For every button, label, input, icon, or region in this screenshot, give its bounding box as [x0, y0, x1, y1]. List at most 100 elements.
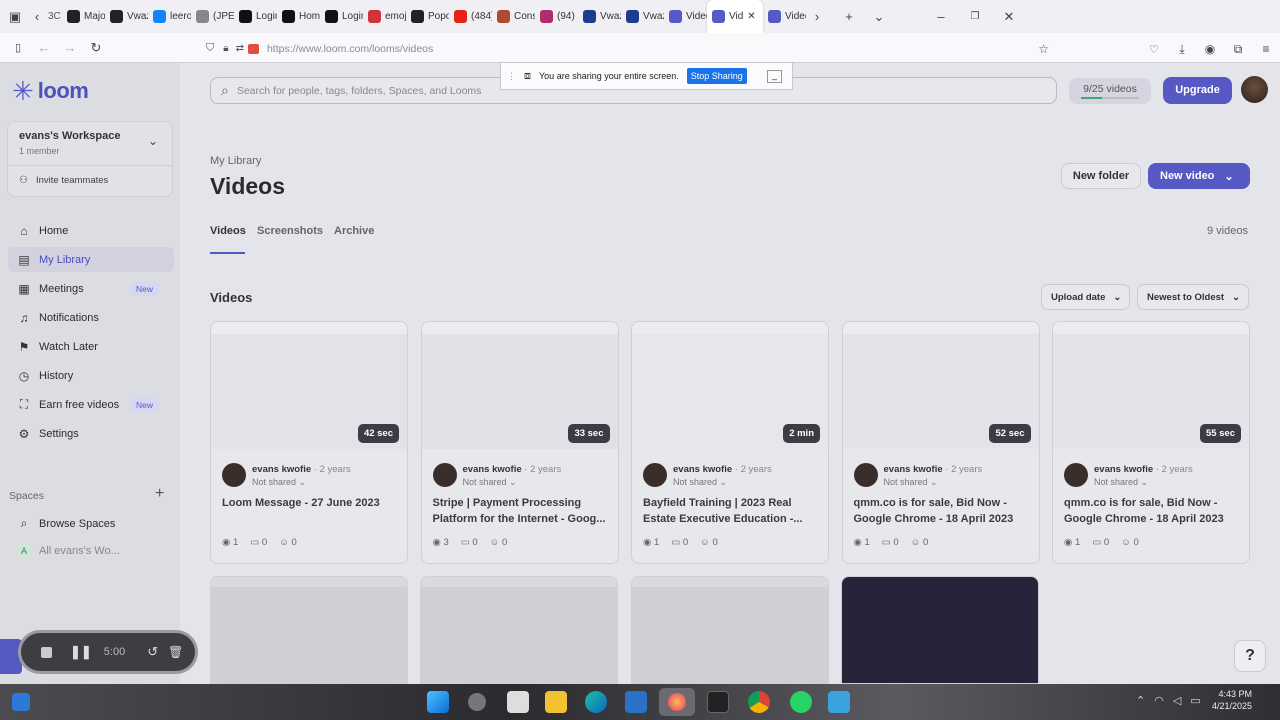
- browser-tab[interactable]: Video: [763, 0, 806, 33]
- sidebar-item-meetings[interactable]: ▦ Meetings New: [8, 276, 174, 301]
- hide-banner-button[interactable]: _: [767, 69, 782, 83]
- upgrade-button[interactable]: Upgrade: [1163, 77, 1232, 104]
- video-thumbnail[interactable]: [210, 576, 408, 684]
- share-status[interactable]: Not shared ⌄: [252, 477, 306, 488]
- browser-tab[interactable]: Major: [62, 0, 105, 33]
- loom-recorder-tab[interactable]: [0, 639, 22, 674]
- new-tab-icon[interactable]: +: [838, 6, 860, 28]
- tab-screenshots[interactable]: Screenshots: [257, 225, 323, 237]
- video-thumbnail[interactable]: [841, 576, 1039, 684]
- delete-icon[interactable]: 🗑︎: [168, 645, 183, 659]
- browser-tab[interactable]: Vid ✕: [707, 0, 763, 33]
- restart-icon[interactable]: ↺: [147, 644, 158, 660]
- video-quota-badge[interactable]: 9/25 videos: [1069, 78, 1151, 104]
- browser-tab[interactable]: Vwaza: [621, 0, 664, 33]
- breadcrumb[interactable]: My Library: [210, 155, 261, 167]
- close-window-icon[interactable]: ✕: [998, 6, 1020, 28]
- task-view-icon[interactable]: [507, 691, 529, 713]
- share-status[interactable]: Not shared ⌄: [463, 477, 517, 488]
- notepad-icon[interactable]: [828, 691, 850, 713]
- sidebar-item-watch-later[interactable]: ⚑ Watch Later: [8, 334, 174, 359]
- video-card[interactable]: 33 sec evans kwofie · 2 years Not shared ⌄…: [420, 321, 619, 564]
- lock-icon[interactable]: 🔒︎: [223, 43, 228, 54]
- widgets-icon[interactable]: [12, 693, 30, 711]
- url-text[interactable]: https://www.loom.com/looms/videos: [267, 43, 433, 55]
- stop-recording-button[interactable]: [41, 646, 52, 658]
- search-input[interactable]: Search for people, tags, folders, Spaces…: [237, 85, 482, 97]
- invite-teammates-button[interactable]: ⚇ Invite teammates: [19, 175, 108, 186]
- tab-list-icon[interactable]: ▣: [4, 6, 26, 28]
- add-space-icon[interactable]: +: [155, 485, 164, 503]
- sidebar-item-notifications[interactable]: ♫ Notifications: [8, 305, 174, 330]
- browser-tab[interactable]: (94) D: [535, 0, 578, 33]
- browser-tab[interactable]: Const: [492, 0, 535, 33]
- reload-icon[interactable]: ↻: [85, 37, 107, 59]
- volume-icon[interactable]: ◁: [1173, 694, 1181, 707]
- browser-tab[interactable]: Login: [320, 0, 363, 33]
- account-icon[interactable]: ◉: [1199, 38, 1221, 60]
- back-icon[interactable]: ←: [33, 37, 55, 59]
- shield-icon[interactable]: ⛉: [206, 42, 214, 55]
- new-video-button[interactable]: New video ⌄: [1148, 163, 1250, 189]
- video-card[interactable]: 2 min evans kwofie · 2 years Not shared ⌄ B…: [631, 321, 829, 564]
- browser-tab[interactable]: Login: [234, 0, 277, 33]
- help-button[interactable]: ?: [1234, 640, 1266, 672]
- video-thumbnail[interactable]: [631, 576, 829, 684]
- browser-tab[interactable]: Popov: [406, 0, 449, 33]
- close-tab-icon[interactable]: ✕: [747, 11, 755, 22]
- browse-spaces[interactable]: ⌕ Browse Spaces: [8, 511, 174, 536]
- forward-icon[interactable]: →: [59, 37, 81, 59]
- video-title[interactable]: Stripe | Payment Processing Platform for…: [433, 495, 611, 527]
- sort-order[interactable]: Newest to Oldest ⌄: [1137, 284, 1249, 310]
- video-card[interactable]: 42 sec evans kwofie · 2 years Not shared ⌄…: [210, 321, 408, 564]
- new-folder-button[interactable]: New folder: [1061, 163, 1141, 189]
- sidebar-item-my-library[interactable]: ▤ My Library: [8, 247, 174, 272]
- menu-icon[interactable]: ≡: [1255, 38, 1277, 60]
- video-title[interactable]: qmm.co is for sale, Bid Now - Google Chr…: [1064, 495, 1242, 527]
- url-bar[interactable]: ⛉ 🔒︎ ⇄ https://www.loom.com/looms/videos…: [200, 37, 1055, 60]
- share-status[interactable]: Not shared ⌄: [884, 477, 938, 488]
- clock[interactable]: 4:43 PM 4/21/2025: [1212, 688, 1252, 712]
- stop-sharing-button[interactable]: Stop Sharing: [686, 68, 747, 84]
- sidebar-item-history[interactable]: ◷ History: [8, 363, 174, 388]
- downloads-icon[interactable]: ⤓: [1171, 38, 1193, 60]
- start-icon[interactable]: [427, 691, 449, 713]
- sidebar-item-home[interactable]: ⌂ Home: [8, 218, 174, 243]
- tray-icons[interactable]: ⌃ ◠ ◁ ▭: [1136, 694, 1201, 707]
- store-icon[interactable]: [625, 691, 647, 713]
- video-thumbnail[interactable]: [420, 576, 618, 684]
- network-icon[interactable]: ⌃: [1136, 694, 1145, 707]
- browser-tab[interactable]: Vwaza: [578, 0, 621, 33]
- tab-videos[interactable]: Videos: [210, 225, 246, 237]
- video-card[interactable]: 52 sec evans kwofie · 2 years Not shared ⌄…: [841, 321, 1040, 564]
- browser-tab[interactable]: emoji: [363, 0, 406, 33]
- permissions-icon[interactable]: ⇄: [236, 43, 244, 54]
- avatar[interactable]: [1241, 76, 1268, 103]
- terminal-icon[interactable]: [707, 691, 729, 713]
- minimize-icon[interactable]: –: [930, 6, 952, 28]
- loom-logo[interactable]: ✳ loom: [12, 78, 89, 104]
- wifi-icon[interactable]: ◠: [1154, 694, 1164, 707]
- share-status[interactable]: Not shared ⌄: [1094, 477, 1148, 488]
- sidebar-item-settings[interactable]: ⚙ Settings: [8, 421, 174, 446]
- scroll-tabs-left-icon[interactable]: ‹: [26, 6, 48, 28]
- share-status[interactable]: Not shared ⌄: [673, 477, 727, 488]
- restore-icon[interactable]: ❐: [964, 6, 986, 28]
- edge-icon[interactable]: [585, 691, 607, 713]
- video-title[interactable]: qmm.co is for sale, Bid Now - Google Chr…: [854, 495, 1032, 527]
- workspace-switcher[interactable]: evans's Workspace 1 member ⌄ ⚇ Invite te…: [7, 121, 173, 197]
- file-explorer-icon[interactable]: [545, 691, 567, 713]
- whatsapp-icon[interactable]: [790, 691, 812, 713]
- search-icon[interactable]: [468, 693, 486, 711]
- sidebar-item-earn-free-videos[interactable]: ⛶ Earn free videos New: [8, 392, 174, 417]
- video-card[interactable]: 55 sec evans kwofie · 2 years Not shared ⌄…: [1052, 321, 1250, 564]
- bookmark-star-icon[interactable]: ☆: [1038, 42, 1049, 56]
- browser-tab[interactable]: (484) l: [449, 0, 492, 33]
- sort-upload-date[interactable]: Upload date ⌄: [1041, 284, 1130, 310]
- browser-tab[interactable]: (JPEG Ima: [191, 0, 234, 33]
- tab-overflow-icon[interactable]: ⌄: [868, 6, 890, 28]
- chrome-icon[interactable]: [748, 691, 770, 713]
- pocket-icon[interactable]: ♡: [1143, 38, 1165, 60]
- scroll-tabs-right-icon[interactable]: ›: [806, 6, 828, 28]
- browser-tab[interactable]: leeroi: [148, 0, 191, 33]
